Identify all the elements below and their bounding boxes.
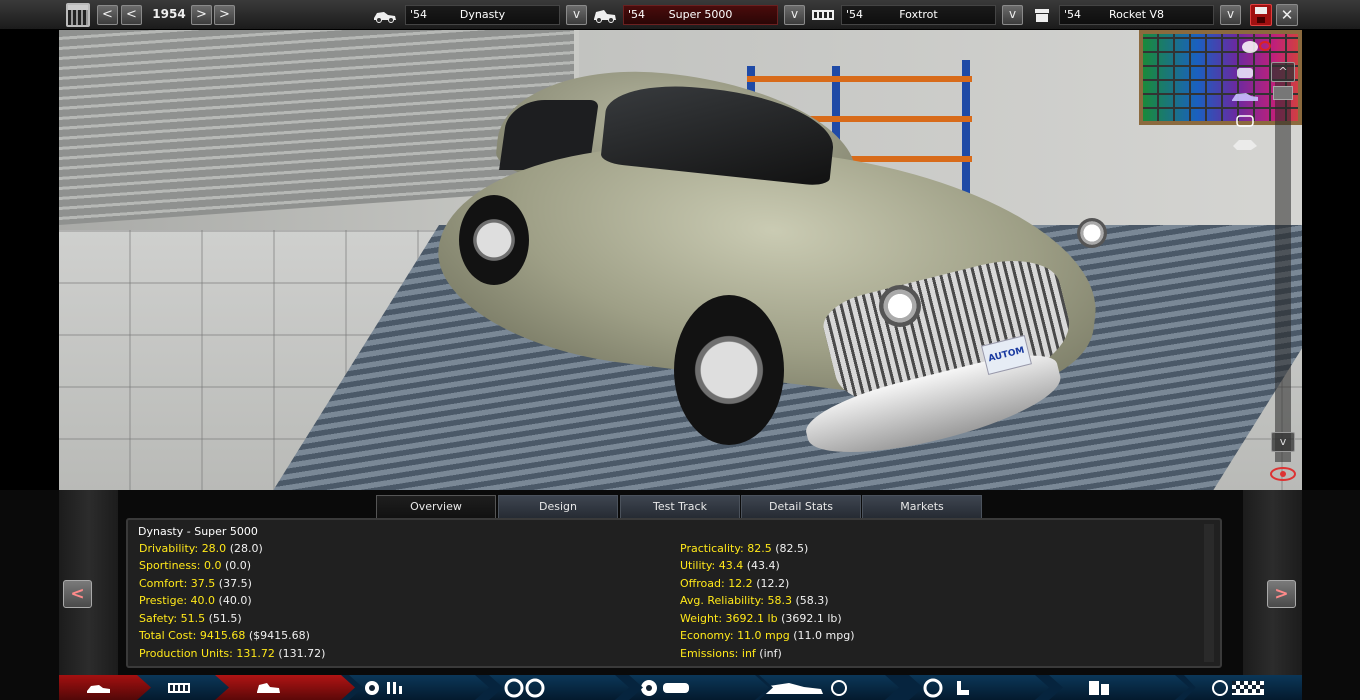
previous-car-button[interactable]: <	[63, 580, 92, 608]
model-name: Dynasty	[459, 8, 506, 21]
stat-avg-reliability: Avg. Reliability: 58.3 (58.3)	[680, 594, 829, 607]
brakes-icon	[641, 680, 689, 696]
stat-comfort: Comfort: 37.5 (37.5)	[139, 577, 252, 590]
year-forward-fast-button[interactable]: >	[214, 5, 235, 25]
body-aero-icon	[761, 680, 847, 696]
stat-practicality: Practicality: 82.5 (82.5)	[680, 542, 809, 555]
engine-variant-name: Rocket V8	[1108, 8, 1164, 21]
car-title: Dynasty - Super 5000	[138, 525, 258, 538]
model-selector[interactable]: '54 Dynasty	[405, 5, 560, 25]
paint-view-icon[interactable]	[1239, 38, 1271, 56]
headlight-left	[879, 285, 921, 327]
stat-economy: Economy: 11.0 mpg (11.0 mpg)	[680, 629, 855, 642]
top-view-icon[interactable]	[1229, 135, 1261, 153]
nav-finish[interactable]	[1184, 675, 1302, 700]
engine-variant-selector[interactable]: '54 Rocket V8	[1059, 5, 1214, 25]
stat-prestige: Prestige: 40.0 (40.0)	[139, 594, 252, 607]
car-model-icon	[374, 12, 396, 23]
car-3d-viewport[interactable]: AUTOM ^ v	[59, 30, 1302, 490]
finish-flag-icon	[1212, 680, 1264, 696]
scroll-thumb[interactable]	[1273, 86, 1293, 100]
stat-utility: Utility: 43.4 (43.4)	[680, 559, 780, 572]
tab-detail-stats[interactable]: Detail Stats	[741, 495, 861, 519]
stat-safety: Safety: 51.5 (51.5)	[139, 612, 242, 625]
stat-total-cost: Total Cost: 9415.68 ($9415.68)	[139, 629, 310, 642]
engine-family-dropdown-button[interactable]: v	[1002, 5, 1023, 25]
trim-name: Super 5000	[668, 8, 733, 21]
year-back-fast-button[interactable]: <	[97, 5, 118, 25]
side-view-icon[interactable]	[1229, 87, 1261, 105]
stat-emissions: Emissions: inf (inf)	[680, 647, 782, 660]
workflow-nav-bar	[59, 675, 1302, 700]
engine-icon	[365, 681, 402, 695]
engine-variant-dropdown-button[interactable]: v	[1220, 5, 1241, 25]
info-panel: Overview Design Test Track Detail Stats …	[0, 490, 1360, 700]
next-car-button[interactable]: >	[1267, 580, 1296, 608]
year-display: 1954	[152, 7, 186, 21]
year-back-button[interactable]: <	[121, 5, 142, 25]
tab-strip: Overview Design Test Track Detail Stats …	[376, 495, 986, 519]
engine-family-selector[interactable]: '54 Foxtrot	[841, 5, 996, 25]
engine-family-name: Foxtrot	[899, 8, 938, 21]
stat-production-units: Production Units: 131.72 (131.72)	[139, 647, 326, 660]
trim-icon	[594, 10, 616, 23]
view-scrollbar[interactable]: ^ v	[1271, 60, 1295, 485]
tab-design[interactable]: Design	[498, 495, 618, 519]
engine-variant-icon	[1035, 9, 1049, 22]
car-design-icon	[257, 683, 280, 693]
nav-suspension[interactable]	[489, 675, 629, 700]
overview-panel: Dynasty - Super 5000 Drivability: 28.0 (…	[126, 518, 1222, 668]
factory-icon	[168, 683, 190, 693]
top-bar: < < 1954 > > '54 Dynasty v '54 Super 500…	[0, 0, 1360, 30]
year-forward-button[interactable]: >	[191, 5, 212, 25]
testing-icon	[1089, 681, 1109, 695]
front-view-icon[interactable]	[1229, 64, 1261, 82]
suspension-icon	[504, 678, 545, 698]
scroll-up-button[interactable]: ^	[1271, 62, 1295, 82]
stat-weight: Weight: 3692.1 lb (3692.1 lb)	[680, 612, 842, 625]
model-dropdown-button[interactable]: v	[566, 5, 587, 25]
headlight-right	[1077, 218, 1107, 248]
nav-brakes[interactable]	[629, 675, 769, 700]
nav-interior[interactable]	[909, 675, 1049, 700]
save-icon[interactable]	[1250, 4, 1272, 26]
ghost-view-icon[interactable]	[1229, 112, 1261, 130]
tab-test-track[interactable]: Test Track	[620, 495, 740, 519]
tab-overview[interactable]: Overview	[376, 495, 496, 519]
close-button[interactable]: ✕	[1276, 4, 1298, 26]
nav-engine[interactable]	[349, 675, 489, 700]
rear-wheel	[459, 195, 529, 285]
nav-testing[interactable]	[1049, 675, 1189, 700]
calendar-icon[interactable]	[66, 3, 90, 27]
engine-family-icon	[812, 10, 834, 20]
scroll-down-button[interactable]: v	[1271, 432, 1295, 452]
trim-selector[interactable]: '54 Super 5000	[623, 5, 778, 25]
stat-offroad: Offroad: 12.2 (12.2)	[680, 577, 790, 590]
front-wheel	[674, 295, 784, 445]
interior-icon	[923, 678, 969, 698]
company-icon	[87, 685, 110, 693]
nav-car-design[interactable]	[215, 675, 355, 700]
nav-body-aero[interactable]	[759, 675, 899, 700]
tab-markets[interactable]: Markets	[862, 495, 982, 519]
trim-dropdown-button[interactable]: v	[784, 5, 805, 25]
stat-sportiness: Sportiness: 0.0 (0.0)	[139, 559, 252, 572]
rotate-view-icon[interactable]	[1267, 462, 1299, 486]
stat-drivability: Drivability: 28.0 (28.0)	[139, 542, 263, 555]
